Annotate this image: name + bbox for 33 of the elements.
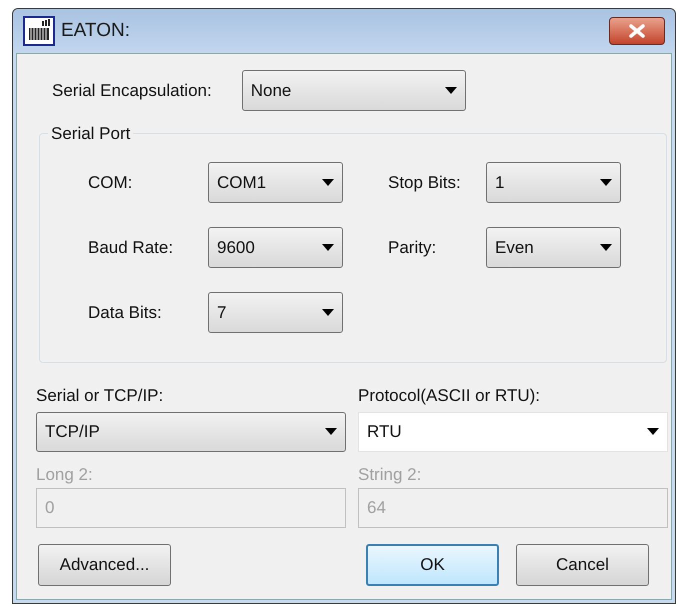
field-label: Serial or TCP/IP: <box>36 385 164 407</box>
caret-icon <box>647 428 659 435</box>
dropdown[interactable]: 7 <box>208 292 343 333</box>
field-label: COM: <box>88 172 134 194</box>
window-title: EATON: <box>61 18 130 43</box>
dialog-button[interactable]: Advanced... <box>38 544 171 586</box>
caret-icon <box>325 428 337 435</box>
caret-icon <box>444 87 457 94</box>
dropdown[interactable]: RTU <box>358 412 668 452</box>
dropdown[interactable]: None <box>242 70 466 111</box>
field-label: Long 2: <box>36 464 94 486</box>
caret-icon <box>600 179 612 186</box>
field-label: Baud Rate: <box>88 236 174 259</box>
caret-icon <box>322 244 334 251</box>
app-icon <box>23 16 55 46</box>
dropdown[interactable]: 9600 <box>208 227 343 268</box>
field-label: Serial Encapsulation: <box>52 80 212 102</box>
field-label: Protocol(ASCII or RTU): <box>358 385 542 407</box>
close-icon <box>628 24 646 38</box>
close-button[interactable] <box>609 17 665 45</box>
dropdown[interactable]: Even <box>486 227 621 268</box>
field-label: String 2: <box>358 464 422 486</box>
dropdown[interactable]: TCP/IP <box>36 412 346 452</box>
dropdown[interactable]: COM1 <box>208 162 343 203</box>
caret-icon <box>322 309 334 316</box>
field-label: Data Bits: <box>88 302 163 324</box>
caret-icon <box>600 244 612 251</box>
dialog-button[interactable]: OK <box>366 544 499 586</box>
field-label: Stop Bits: <box>388 172 462 194</box>
field-label: Parity: <box>388 236 438 259</box>
caret-icon <box>322 179 334 186</box>
dialog-button[interactable]: Cancel <box>516 544 649 586</box>
dropdown[interactable]: 1 <box>486 162 621 203</box>
